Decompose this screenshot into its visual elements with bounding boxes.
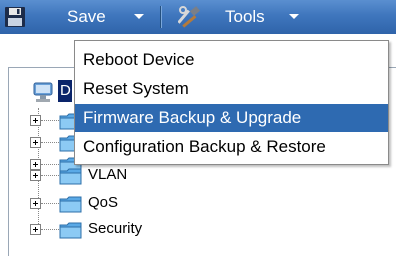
floppy-disk-icon[interactable] [4, 6, 26, 28]
tools-caret-down-icon[interactable] [289, 14, 299, 19]
tree-root-label[interactable]: D [58, 80, 72, 102]
tree-item-label: QoS [88, 194, 119, 211]
hammer-wrench-icon[interactable] [178, 6, 202, 28]
menu-item-configuration-backup-restore[interactable]: Configuration Backup & Restore [75, 133, 388, 161]
tools-menu-button[interactable]: Tools [225, 0, 265, 34]
toolbar-separator [160, 6, 161, 28]
tree-item-label: VLAN [88, 166, 128, 183]
plus-box-icon[interactable] [30, 159, 41, 170]
network-device-icon[interactable] [31, 80, 57, 106]
plus-box-icon[interactable] [30, 137, 41, 148]
folder-icon [59, 168, 82, 185]
tools-label: Tools [225, 7, 265, 26]
save-label: Save [67, 7, 106, 26]
plus-box-icon[interactable] [30, 224, 41, 235]
save-menu-button[interactable]: Save [67, 0, 106, 34]
toolbar: Save Tools [0, 0, 396, 34]
plus-box-icon[interactable] [30, 170, 41, 181]
plus-box-icon[interactable] [30, 198, 41, 209]
tools-dropdown-menu: Reboot Device Reset System Firmware Back… [74, 40, 389, 165]
tree-item-label: Security [88, 220, 143, 237]
menu-item-reset-system[interactable]: Reset System [75, 75, 388, 103]
folder-icon [59, 196, 82, 213]
save-caret-down-icon[interactable] [134, 14, 144, 19]
menu-item-firmware-backup-upgrade[interactable]: Firmware Backup & Upgrade [75, 104, 388, 132]
folder-icon [59, 222, 82, 239]
plus-box-icon[interactable] [30, 115, 41, 126]
menu-item-reboot-device[interactable]: Reboot Device [75, 46, 388, 74]
